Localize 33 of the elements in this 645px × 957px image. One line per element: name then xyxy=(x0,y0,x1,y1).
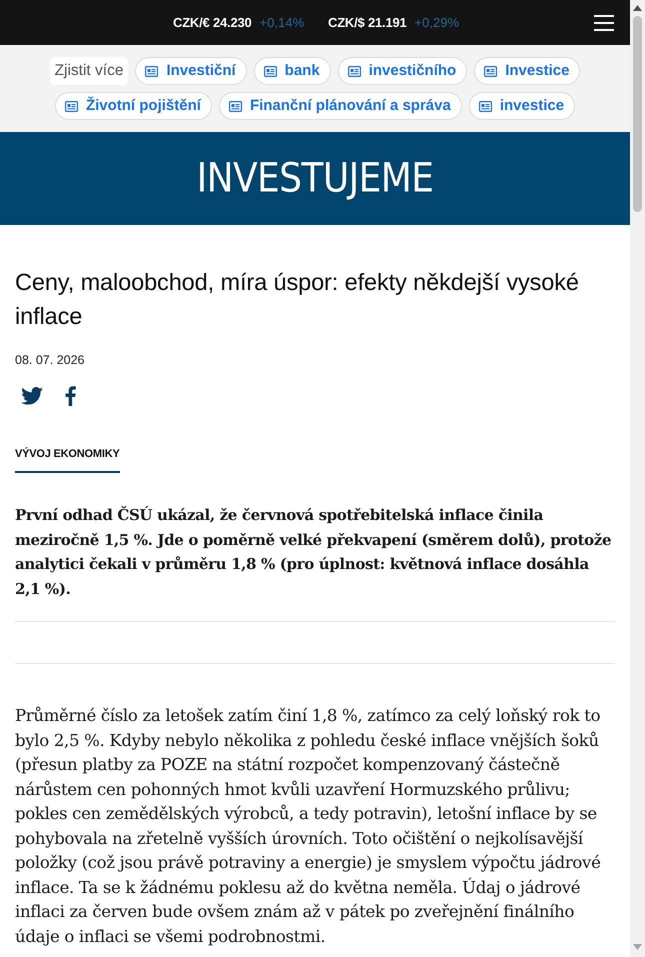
topic-tag[interactable]: investice xyxy=(468,92,576,120)
f-letter-icon xyxy=(65,386,76,406)
twitter-share-button[interactable] xyxy=(21,386,43,405)
newspaper-icon xyxy=(484,66,498,76)
rate-change: +0,29% xyxy=(414,14,459,32)
topic-tag[interactable]: investičního xyxy=(338,57,468,85)
newspaper-icon xyxy=(348,66,361,76)
site-logo[interactable]: INVESTUJEME xyxy=(196,158,434,199)
topic-tag[interactable]: Investiční xyxy=(135,57,247,85)
menu-button[interactable] xyxy=(594,14,614,32)
topic-tag[interactable]: bank xyxy=(254,57,331,85)
lead-paragraph: První odhad ČSÚ ukázal, že červnová spotřebitelská inflace činila meziročně 1,5 %. Jde o poměrně velké překvapení (směrem dolů), protože analytici čekali v průměru 1,8 % (pro úplnost: květnová inflace dosáhla 2,1 %). xyxy=(15,505,612,600)
publish-date: 08. 07. 2026 xyxy=(15,352,86,369)
exchange-rate: CZK/€ 24.230 xyxy=(173,14,252,32)
scrollbar-thumb[interactable] xyxy=(633,16,642,212)
category-link[interactable]: VÝVOJ EKONOMIKY xyxy=(15,446,120,474)
menu-icon xyxy=(594,14,614,32)
scroll-up-icon[interactable] xyxy=(633,5,642,11)
newspaper-icon xyxy=(228,100,242,112)
facebook-share-button[interactable] xyxy=(65,386,76,406)
topic-tag[interactable]: Životní pojištění xyxy=(54,92,212,120)
topic-tag[interactable]: Investice xyxy=(474,57,580,85)
newspaper-icon xyxy=(64,100,78,112)
topics-label: Zjistit více xyxy=(50,57,128,85)
rate-change: +0,14% xyxy=(260,14,304,32)
article-title: Ceny, maloobchod, míra úspor: efekty někdejší vysoké inflace xyxy=(15,268,580,331)
newspaper-icon xyxy=(264,66,277,76)
exchange-rate: CZK/$ 21.191 xyxy=(328,14,407,32)
newspaper-icon xyxy=(478,100,492,112)
topic-tag[interactable]: Finanční plánování a správa xyxy=(218,92,462,120)
newspaper-icon xyxy=(145,66,158,76)
body-paragraph: Průměrné číslo za letošek zatím činí 1,8 %, zatímco za celý loňský rok to bylo 2,5 %. Kdyby nebylo několika z pohledu české inflace vnějších šoků (přesun platby za POZE na státní rozpočet kompenzovaný částečně nárůstem cen pohonných hmot kvůli uzavření Hormuzského průlivu; pokles cen zemědělských výrobců, a tedy potravin), letošní inflace by se pohybovala na zřetelně vyšších úrovních. Toto očištění o nejkolísavější položky (což jsou právě potraviny a energie) je smyslem výpočtu jádrové inflace. Ta se k žádnému poklesu až do května neměla. Údaj o jádrové inflaci za červen bude ovšem znám až v pátek po zveřejnění finálního údaje o inflaci se všemi podrobnostmi. xyxy=(15,705,602,948)
bird-icon xyxy=(21,386,43,405)
